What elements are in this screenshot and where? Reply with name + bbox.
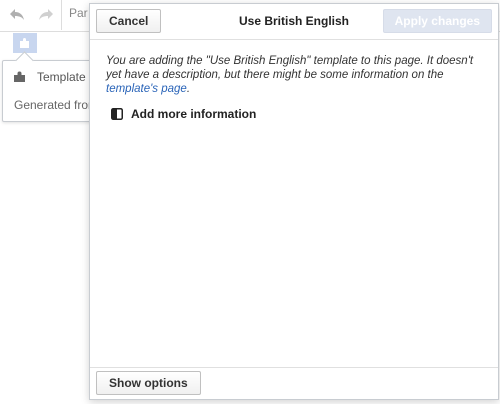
- dialog-header: Use British English Cancel Apply changes: [90, 4, 498, 40]
- description-text: You are adding the "Use British English"…: [106, 55, 474, 81]
- show-options-button[interactable]: Show options: [96, 371, 201, 395]
- dialog-footer: Show options: [90, 367, 498, 399]
- template-tool-label: Template: [37, 70, 86, 84]
- add-parameter-icon: [111, 108, 123, 120]
- add-more-label: Add more information: [131, 107, 257, 121]
- puzzle-icon: [13, 71, 27, 83]
- template-description: You are adding the "Use British English"…: [106, 54, 486, 96]
- undo-button[interactable]: [3, 1, 31, 27]
- description-end: .: [186, 83, 191, 95]
- format-dropdown[interactable]: Par: [69, 6, 88, 20]
- undo-icon: [10, 9, 24, 20]
- template-page-link[interactable]: template's page: [106, 83, 187, 95]
- editor-page: Par Template Generated from: Use British…: [0, 0, 500, 404]
- template-tool-button[interactable]: Template: [13, 70, 86, 84]
- redo-button[interactable]: [32, 1, 60, 27]
- toolbar-separator: [61, 0, 62, 30]
- template-node[interactable]: [13, 33, 37, 53]
- template-dialog: Use British English Cancel Apply changes…: [89, 3, 499, 400]
- popup-arrow: [15, 51, 34, 70]
- dialog-body: You are adding the "Use British English"…: [106, 54, 486, 96]
- apply-changes-button[interactable]: Apply changes: [382, 9, 492, 33]
- redo-icon: [39, 9, 53, 20]
- cancel-button[interactable]: Cancel: [96, 9, 162, 33]
- add-more-information-button[interactable]: Add more information: [111, 107, 256, 121]
- puzzle-icon: [20, 38, 29, 48]
